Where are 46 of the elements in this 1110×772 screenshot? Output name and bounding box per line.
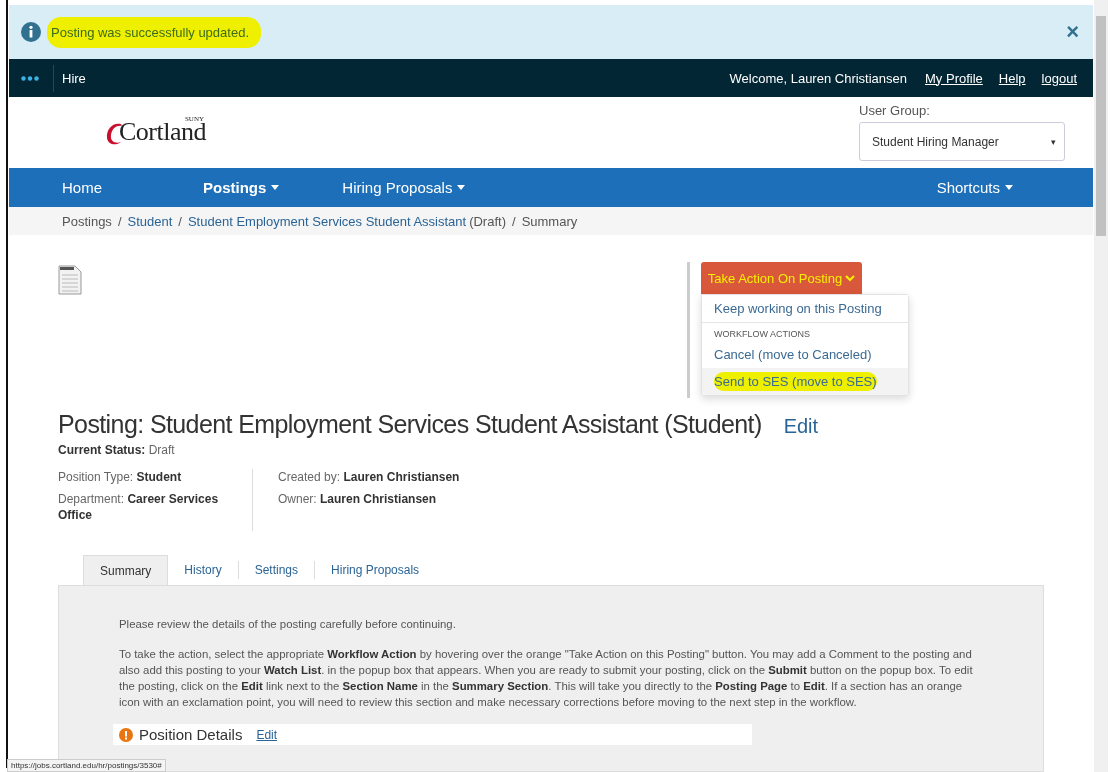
- caret-icon: ▾: [1051, 136, 1056, 147]
- breadcrumb-separator: /: [512, 213, 516, 229]
- nav-item[interactable]: Home: [62, 179, 102, 196]
- welcome-text: Welcome, Lauren Christiansen: [729, 70, 908, 86]
- chevron-down-icon: [845, 274, 856, 282]
- posting-title: Posting: Student Employment Services Student Assistant (Student): [58, 410, 762, 439]
- instruction-text: To take the action, select the appropriate Workflow Action by hovering over the orange "Take Action on this Posting" button. You may add a Comment to the posting and also add this posting to your Watch List. in the popup box that appears. When you are ready to submit your posting, click on the Submit button on the popup box. To edit the posting, click on the Edit link next to the Section Name in the Summary Section. This will take you directly to the Posting Page to Edit. If a section has an orange icon with an exclamation point, you will need to review this section and make necessary corrections before moving to the next step in the workflow.: [119, 647, 974, 710]
- close-button[interactable]: ×: [1066, 19, 1079, 45]
- top-link[interactable]: My Profile: [925, 70, 983, 86]
- caret-icon: [271, 185, 280, 190]
- document-icon: [58, 265, 82, 297]
- field-label: User Group:: [859, 103, 931, 118]
- menu-item[interactable]: Send to SES (move to SES): [702, 368, 908, 395]
- take-action-button[interactable]: Take Action On Posting: [701, 262, 862, 294]
- nav-item[interactable]: Postings: [203, 179, 280, 196]
- user-group-select[interactable]: Student Hiring Manager ▾: [859, 122, 1065, 161]
- tab[interactable]: Summary: [83, 555, 169, 585]
- breadcrumb-item[interactable]: Student Employment Services Student Assistant: [187, 213, 467, 229]
- nav-item[interactable]: Shortcuts: [936, 179, 1013, 196]
- menu-item[interactable]: Cancel (move to Canceled): [702, 341, 908, 368]
- breadcrumb-note: (Draft): [469, 213, 506, 229]
- caret-icon: [1005, 185, 1013, 190]
- edit-link[interactable]: Edit: [256, 727, 278, 742]
- breadcrumb-separator: /: [117, 213, 122, 229]
- info-icon: [21, 22, 41, 42]
- menu-icon[interactable]: [21, 75, 39, 81]
- top-link[interactable]: Help: [998, 70, 1026, 86]
- meta-field: Owner: Lauren Christiansen: [278, 491, 578, 507]
- meta-field: Department: Career Services Office: [58, 491, 252, 523]
- top-link[interactable]: logout: [1041, 70, 1077, 86]
- breadcrumb-separator: /: [178, 213, 182, 229]
- breadcrumb-item: Postings: [62, 213, 112, 229]
- status-url: https://jobs.cortland.edu/hr/postings/3530#: [7, 759, 166, 772]
- breadcrumb-item[interactable]: Student: [127, 213, 173, 229]
- meta-field: Position Type: Student: [58, 469, 252, 485]
- current-status: Current Status: Draft: [58, 443, 176, 457]
- alert-message: Posting was successfully updated.: [47, 16, 261, 48]
- nav-item[interactable]: Hiring Proposals: [342, 179, 466, 196]
- caret-icon: [457, 185, 466, 190]
- instruction-text: Please review the details of the posting carefully before continuing.: [119, 617, 457, 632]
- breadcrumb-item: Summary: [521, 213, 578, 229]
- meta-field: Created by: Lauren Christiansen: [278, 469, 578, 485]
- menu-item[interactable]: Keep working on this Posting: [702, 295, 908, 322]
- section-title: Position Details: [139, 726, 243, 743]
- edit-link[interactable]: Edit: [783, 415, 819, 438]
- app-name[interactable]: Hire: [53, 64, 94, 92]
